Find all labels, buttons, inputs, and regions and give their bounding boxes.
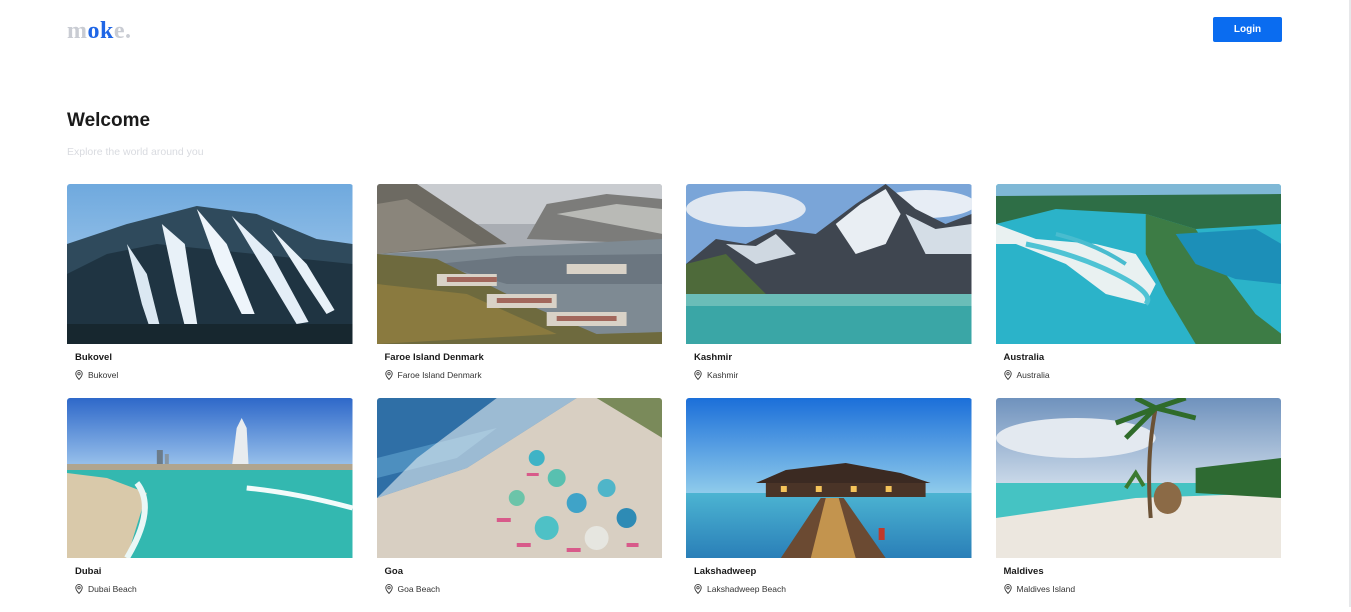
destination-image[interactable]	[376, 184, 662, 344]
brand-logo[interactable]: moke.	[67, 16, 132, 46]
destination-card[interactable]: Faroe Island Denmark Faroe Island Denmar…	[376, 184, 662, 398]
logo-part-2: ok	[87, 18, 114, 44]
destination-image[interactable]	[995, 184, 1281, 344]
destination-title[interactable]: Kashmir	[694, 352, 732, 363]
destination-title[interactable]: Australia	[1004, 352, 1045, 363]
destination-location-label: Dubai Beach	[88, 584, 137, 594]
login-button[interactable]: Login	[1213, 17, 1282, 42]
destination-card[interactable]: Australia Australia	[995, 184, 1281, 398]
destination-location: Lakshadweep Beach	[694, 584, 786, 594]
destination-title[interactable]: Lakshadweep	[694, 566, 756, 577]
destination-image[interactable]	[995, 398, 1281, 558]
page-subtitle: Explore the world around you	[67, 146, 204, 158]
location-pin-icon	[1003, 584, 1012, 594]
destination-card[interactable]: Lakshadweep Lakshadweep Beach	[686, 398, 972, 612]
logo-part-1: m	[67, 18, 88, 44]
destination-location: Kashmir	[694, 370, 738, 380]
location-pin-icon	[694, 370, 702, 380]
destination-location: Dubai Beach	[75, 584, 137, 594]
destination-card[interactable]: Kashmir Kashmir	[686, 184, 972, 398]
location-pin-icon	[384, 584, 393, 594]
destination-card[interactable]: Maldives Maldives Island	[995, 398, 1281, 612]
location-pin-icon	[75, 370, 83, 380]
destination-location-label: Australia	[1016, 370, 1050, 380]
destination-grid: Bukovel Bukovel Faroe Island Denmark Far…	[67, 184, 1281, 612]
destination-title[interactable]: Maldives	[1004, 566, 1044, 577]
destination-location-label: Kashmir	[707, 370, 739, 380]
destination-card[interactable]: Bukovel Bukovel	[67, 184, 353, 398]
destination-location: Faroe Island Denmark	[384, 370, 482, 380]
location-pin-icon	[1003, 370, 1012, 380]
destination-location-label: Faroe Island Denmark	[397, 370, 482, 380]
destination-image[interactable]	[67, 398, 353, 558]
destination-location-label: Goa Beach	[397, 584, 441, 594]
location-pin-icon	[75, 584, 83, 594]
destination-location: Maldives Island	[1003, 584, 1076, 594]
destination-location-label: Bukovel	[88, 370, 119, 380]
destination-location: Bukovel	[75, 370, 118, 380]
destination-image[interactable]	[67, 184, 353, 344]
location-pin-icon	[694, 584, 702, 594]
destination-image[interactable]	[376, 398, 662, 558]
destination-card[interactable]: Dubai Dubai Beach	[67, 398, 353, 612]
destination-title[interactable]: Faroe Island Denmark	[385, 352, 484, 363]
destination-image[interactable]	[686, 398, 972, 558]
logo-part-3: e.	[113, 18, 132, 44]
page-title: Welcome	[67, 110, 151, 131]
destination-location-label: Maldives Island	[1016, 584, 1076, 594]
destination-location-label: Lakshadweep Beach	[707, 584, 786, 594]
destination-location: Australia	[1003, 370, 1050, 380]
destination-title[interactable]: Bukovel	[75, 352, 112, 363]
destination-title[interactable]: Dubai	[75, 566, 101, 577]
destination-card[interactable]: Goa Goa Beach	[376, 398, 662, 612]
destination-title[interactable]: Goa	[385, 566, 403, 577]
location-pin-icon	[384, 370, 393, 380]
destination-location: Goa Beach	[384, 584, 441, 594]
destination-image[interactable]	[686, 184, 972, 344]
